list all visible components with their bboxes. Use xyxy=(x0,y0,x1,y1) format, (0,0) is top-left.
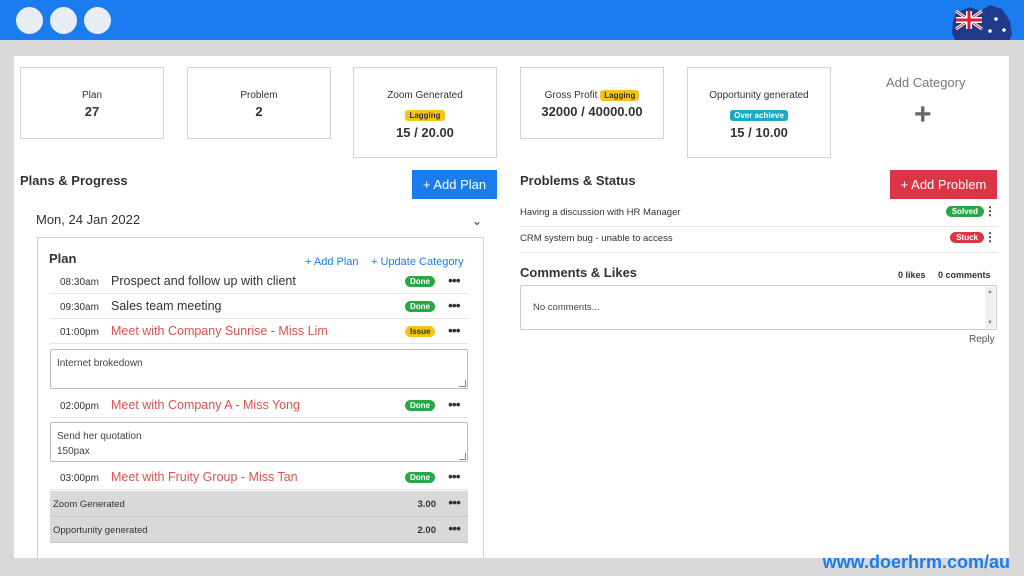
note-text: 150pax xyxy=(57,446,90,457)
problems-section-title: Problems & Status xyxy=(520,173,636,188)
card-label: Gross Profit Lagging xyxy=(521,90,663,101)
status-badge: Done xyxy=(405,472,435,483)
plans-section-title: Plans & Progress xyxy=(20,173,128,188)
comments-count[interactable]: 0 comments xyxy=(938,270,991,280)
window-control-dot[interactable] xyxy=(50,7,77,34)
status-badge: Stuck xyxy=(950,232,984,243)
card-value: 2 xyxy=(255,104,263,119)
card-value: 27 xyxy=(84,104,100,119)
add-category-label[interactable]: Add Category xyxy=(886,75,966,90)
add-problem-button[interactable]: + Add Problem xyxy=(890,170,997,199)
plan-title: Sales team meeting xyxy=(111,299,222,313)
window-control-dot[interactable] xyxy=(16,7,43,34)
more-icon[interactable]: ••• xyxy=(448,322,461,338)
metric-value: 2.00 xyxy=(417,525,437,536)
plan-box-title: Plan xyxy=(49,251,77,266)
plan-row[interactable]: 09:30am Sales team meeting Done ••• xyxy=(50,295,468,319)
lagging-badge: Lagging xyxy=(600,90,640,101)
status-badge: Done xyxy=(405,301,435,312)
no-comments-text: No comments... xyxy=(533,302,600,313)
card-label: Opportunity generated xyxy=(709,90,809,101)
problem-text: CRM system bug - unable to access xyxy=(520,233,673,244)
more-icon[interactable]: ••• xyxy=(448,297,461,313)
more-icon[interactable]: ••• xyxy=(448,494,461,510)
website-url[interactable]: www.doerhrm.com/au xyxy=(823,552,1010,573)
comments-section-title: Comments & Likes xyxy=(520,265,638,280)
plan-title: Meet with Company A - Miss Yong xyxy=(111,398,300,412)
metric-value: 3.00 xyxy=(417,499,437,510)
scroll-up-icon[interactable]: ▲ xyxy=(987,289,993,295)
vertical-more-icon[interactable]: ⋮ xyxy=(984,204,996,218)
reply-link[interactable]: Reply xyxy=(969,334,995,345)
status-badge: Done xyxy=(405,400,435,411)
summary-card-plan[interactable]: Plan 27 xyxy=(20,67,164,139)
note-text: Internet brokedown xyxy=(57,358,143,369)
more-icon[interactable]: ••• xyxy=(448,468,461,484)
status-badge: Issue xyxy=(405,326,436,337)
metric-label: Opportunity generated xyxy=(53,525,148,536)
plan-time: 03:00pm xyxy=(60,473,99,484)
plan-row[interactable]: 03:00pm Meet with Fruity Group - Miss Ta… xyxy=(50,466,468,490)
plan-row[interactable]: 02:00pm Meet with Company A - Miss Yong … xyxy=(50,394,468,418)
resize-handle-icon[interactable] xyxy=(459,453,466,460)
problem-row[interactable]: CRM system bug - unable to access Stuck … xyxy=(520,227,998,253)
summary-card-problem[interactable]: Problem 2 xyxy=(187,67,331,139)
scroll-down-icon[interactable]: ▼ xyxy=(987,320,993,326)
plus-icon[interactable]: + xyxy=(914,100,932,130)
metric-row[interactable]: Opportunity generated 2.00 ••• xyxy=(50,517,468,543)
plan-date: Mon, 24 Jan 2022 xyxy=(36,212,141,227)
note-text: Send her quotation xyxy=(57,431,142,442)
card-label: Zoom Generated xyxy=(387,90,463,101)
metric-label: Zoom Generated xyxy=(53,499,125,510)
more-icon[interactable]: ••• xyxy=(448,396,461,412)
plan-title: Prospect and follow up with client xyxy=(111,274,296,288)
plan-title: Meet with Fruity Group - Miss Tan xyxy=(111,470,298,484)
over-achieve-badge: Over achieve xyxy=(730,110,788,121)
lagging-badge: Lagging xyxy=(405,110,445,121)
window-control-dot[interactable] xyxy=(84,7,111,34)
update-category-link[interactable]: + Update Category xyxy=(371,256,464,268)
add-plan-button[interactable]: + Add Plan xyxy=(412,170,497,199)
summary-card-gross-profit[interactable]: Gross Profit Lagging 32000 / 40000.00 xyxy=(520,67,664,139)
problem-text: Having a discussion with HR Manager xyxy=(520,207,681,218)
card-label-text: Gross Profit xyxy=(544,90,598,101)
plan-time: 08:30am xyxy=(60,277,99,288)
add-plan-link[interactable]: + Add Plan xyxy=(305,256,359,268)
card-value: 15 / 20.00 xyxy=(396,125,454,140)
window-titlebar xyxy=(0,0,1024,40)
status-badge: Done xyxy=(405,276,435,287)
scrollbar[interactable]: ▲ ▼ xyxy=(985,287,995,328)
metric-row[interactable]: Zoom Generated 3.00 ••• xyxy=(50,491,468,517)
plan-time: 09:30am xyxy=(60,302,99,313)
card-value: 32000 / 40000.00 xyxy=(541,104,643,119)
comments-list[interactable]: No comments... ▲ ▼ xyxy=(520,285,997,330)
card-label: Plan xyxy=(81,90,102,101)
plan-title: Meet with Company Sunrise - Miss Lim xyxy=(111,324,328,338)
card-value: 15 / 10.00 xyxy=(730,125,788,140)
more-icon[interactable]: ••• xyxy=(448,520,461,536)
plan-row[interactable]: 01:00pm Meet with Company Sunrise - Miss… xyxy=(50,320,468,344)
plan-row[interactable]: 08:30am Prospect and follow up with clie… xyxy=(50,270,468,294)
summary-card-opportunity-generated[interactable]: Opportunity generated Over achieve 15 / … xyxy=(687,67,831,158)
more-icon[interactable]: ••• xyxy=(448,272,461,288)
dashboard: Plan 27 Problem 2 Zoom Generated Lagging… xyxy=(14,56,1009,558)
problem-row[interactable]: Having a discussion with HR Manager Solv… xyxy=(520,201,998,227)
likes-count[interactable]: 0 likes xyxy=(898,270,926,280)
plan-note-field[interactable]: Send her quotation 150pax xyxy=(50,422,468,462)
status-badge: Solved xyxy=(945,206,984,217)
resize-handle-icon[interactable] xyxy=(459,380,466,387)
card-label: Problem xyxy=(240,90,278,101)
plan-time: 01:00pm xyxy=(60,327,99,338)
plan-time: 02:00pm xyxy=(60,401,99,412)
summary-card-zoom-generated[interactable]: Zoom Generated Lagging 15 / 20.00 xyxy=(353,67,497,158)
chevron-down-icon[interactable]: ⌄ xyxy=(472,214,482,228)
vertical-more-icon[interactable]: ⋮ xyxy=(984,230,996,244)
plan-note-field[interactable]: Internet brokedown xyxy=(50,349,468,389)
